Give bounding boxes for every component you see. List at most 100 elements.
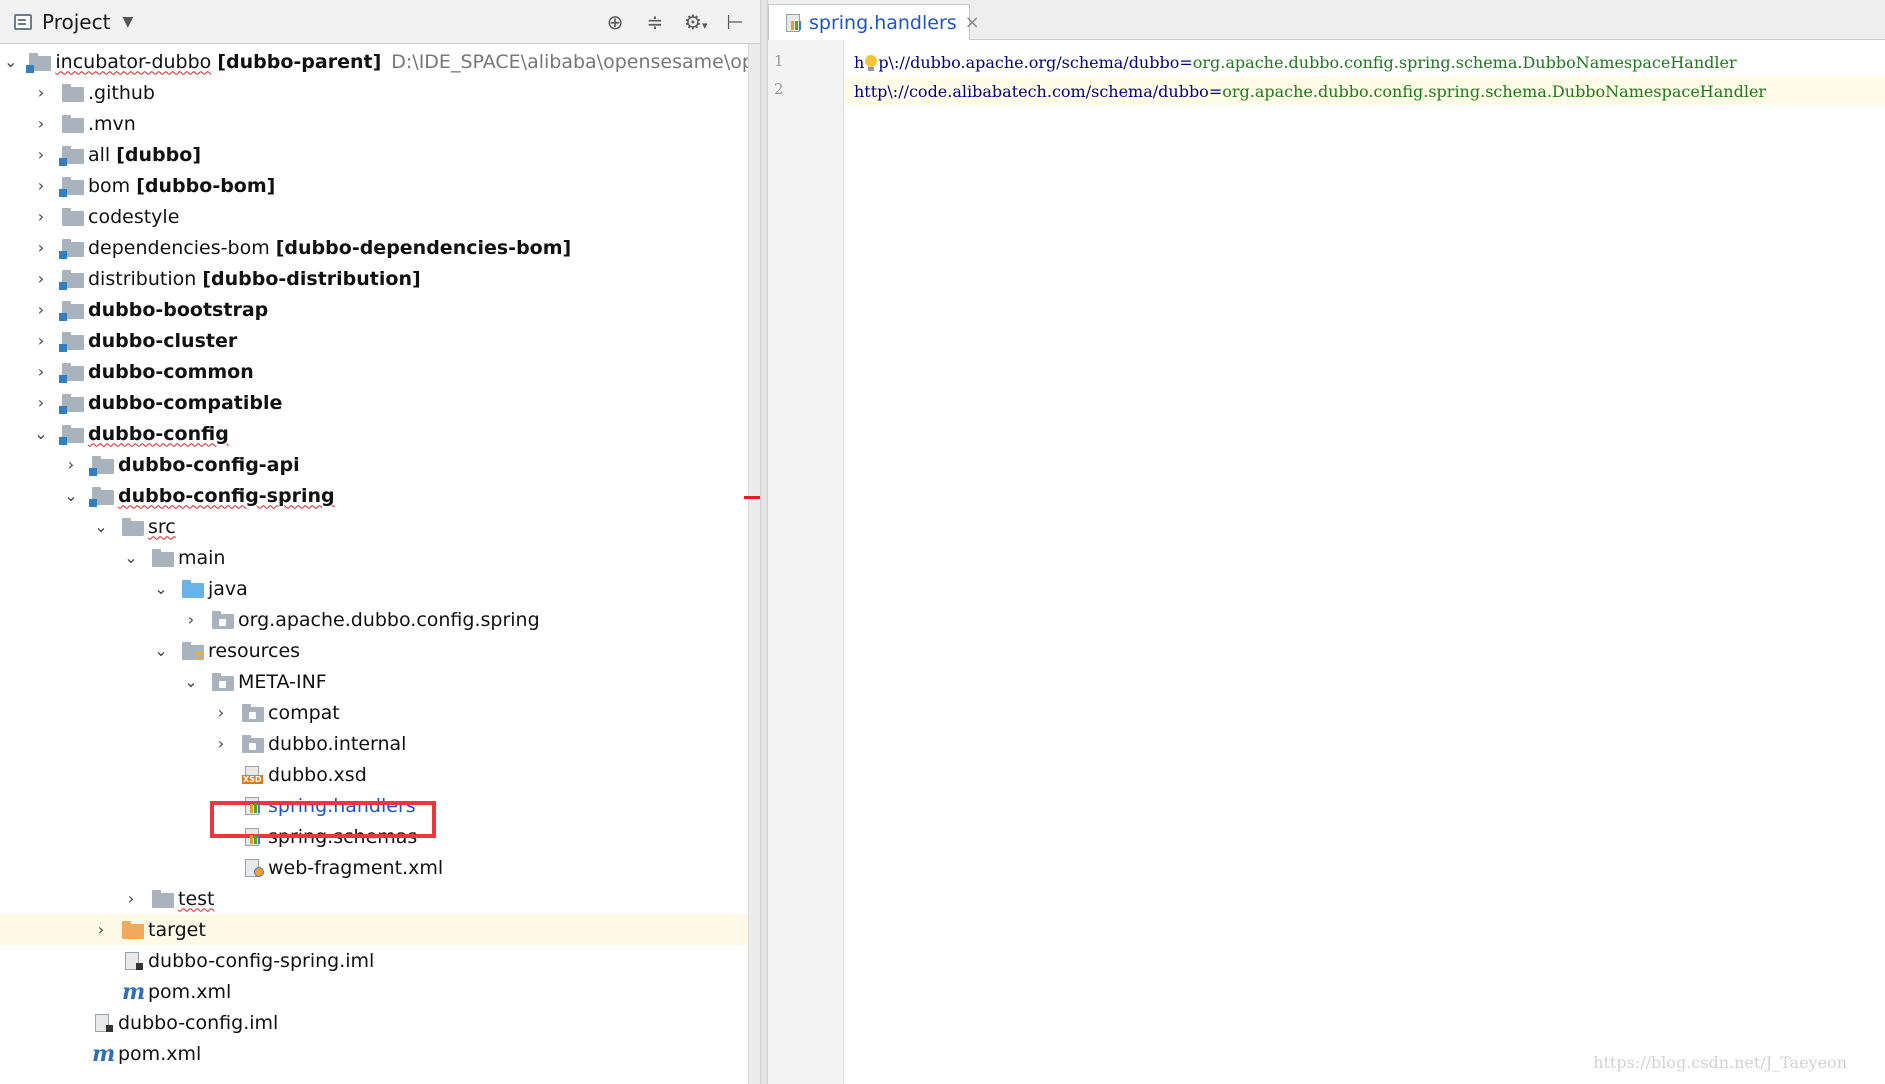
watermark: https://blog.csdn.net/J_Taeyeon (1593, 1053, 1847, 1072)
chevron-right-icon[interactable]: › (32, 83, 50, 102)
module-folder-icon (26, 52, 52, 73)
folder-icon (242, 734, 264, 753)
chevron-right-icon[interactable]: › (32, 362, 50, 381)
chevron-down-icon[interactable]: ⌄ (32, 424, 50, 443)
tree-item-web-fragment-xml[interactable]: › web-fragment.xml (0, 852, 760, 883)
editor: spring.handlers × 1 2 h p\://dubbo.apache… (768, 0, 1885, 1084)
tree-item-all[interactable]: › all [dubbo] (0, 139, 760, 170)
chevron-right-icon[interactable]: › (32, 145, 50, 164)
tree-item-dependencies-bom[interactable]: › dependencies-bom [dubbo-dependencies-b… (0, 232, 760, 263)
close-icon[interactable]: × (965, 12, 980, 33)
chevron-right-icon[interactable]: › (32, 300, 50, 319)
code-line-2[interactable]: http\://code.alibabatech.com/schema/dubb… (844, 77, 1885, 105)
chevron-down-icon[interactable]: ⌄ (152, 579, 170, 598)
tree-item-dubbo-config-spring[interactable]: ⌄ dubbo-config-spring (0, 480, 760, 511)
project-panel: Project ▼ ⊕ ≑ ⚙▾ ⊢ ⌄ incubator-dubbo [du… (0, 0, 760, 1084)
panel-splitter[interactable] (760, 0, 768, 1084)
module-folder-icon (59, 393, 84, 414)
tree-item-mvn[interactable]: › .mvn (0, 108, 760, 139)
tree-item-pom-xml-root[interactable]: › m pom.xml (0, 1038, 760, 1069)
chevron-right-icon[interactable]: › (32, 238, 50, 257)
editor-tab-bar: spring.handlers × (768, 0, 1885, 40)
tree-item-test[interactable]: › test (0, 883, 760, 914)
hide-icon[interactable]: ⊢ (724, 10, 746, 34)
folder-icon (152, 889, 174, 908)
tree-item-codestyle[interactable]: › codestyle (0, 201, 760, 232)
locate-icon[interactable]: ⊕ (604, 10, 626, 34)
tab-spring-handlers[interactable]: spring.handlers × (768, 4, 980, 40)
tree-item-compat[interactable]: › compat (0, 697, 760, 728)
folder-icon (242, 703, 264, 722)
tree-item-dubbo-compatible[interactable]: › dubbo-compatible (0, 387, 760, 418)
chevron-down-icon[interactable]: ⌄ (92, 517, 110, 536)
folder-icon (212, 672, 234, 691)
chevron-down-icon: ▼ (122, 13, 134, 30)
tree-item-target[interactable]: › target (0, 914, 760, 945)
chevron-down-icon[interactable]: ⌄ (62, 486, 80, 505)
error-stripe-marker[interactable] (744, 496, 760, 499)
tree-item-meta-inf[interactable]: ⌄ META-INF (0, 666, 760, 697)
chevron-right-icon[interactable]: › (212, 734, 230, 753)
tree-item-dubbo-common[interactable]: › dubbo-common (0, 356, 760, 387)
module-folder-icon (59, 238, 84, 259)
chevron-down-icon[interactable]: ⌄ (122, 548, 140, 567)
tree-item-dubbo-config-spring-iml[interactable]: › dubbo-config-spring.iml (0, 945, 760, 976)
chevron-right-icon[interactable]: › (122, 889, 140, 908)
gear-icon[interactable]: ⚙▾ (684, 10, 707, 34)
module-folder-icon (59, 424, 84, 445)
folder-icon (62, 207, 84, 226)
properties-file-icon (783, 13, 805, 32)
xml-file-icon (242, 858, 264, 877)
chevron-down-icon[interactable]: ⌄ (4, 52, 17, 71)
tree-item-distribution[interactable]: › distribution [dubbo-distribution] (0, 263, 760, 294)
module-folder-icon (89, 455, 114, 476)
module-folder-icon (59, 269, 84, 290)
tree-item-dubbo-config-iml[interactable]: › dubbo-config.iml (0, 1007, 760, 1038)
chevron-down-icon[interactable]: ⌄ (182, 672, 200, 691)
tree-item-java[interactable]: ⌄ java (0, 573, 760, 604)
source-folder-icon (182, 579, 204, 598)
editor-gutter: 1 2 (768, 40, 844, 1084)
tree-item-pom-xml[interactable]: › m pom.xml (0, 976, 760, 1007)
module-folder-icon (59, 362, 84, 383)
tree-item-src[interactable]: ⌄ src (0, 511, 760, 542)
module-folder-icon (59, 176, 84, 197)
folder-icon (62, 83, 84, 102)
lightbulb-icon[interactable] (864, 54, 878, 73)
chevron-right-icon[interactable]: › (32, 331, 50, 350)
project-view-selector[interactable]: Project ▼ (14, 10, 133, 34)
tree-item-github[interactable]: › .github (0, 77, 760, 108)
tree-scrollbar[interactable] (748, 44, 760, 1084)
tree-item-resources[interactable]: ⌄ resources (0, 635, 760, 666)
tree-item-dubbo-config-api[interactable]: › dubbo-config-api (0, 449, 760, 480)
iml-file-icon (92, 1013, 114, 1032)
chevron-down-icon[interactable]: ⌄ (152, 641, 170, 660)
tree-item-main[interactable]: ⌄ main (0, 542, 760, 573)
chevron-right-icon[interactable]: › (32, 393, 50, 412)
tree-item-dubbo-config[interactable]: ⌄ dubbo-config (0, 418, 760, 449)
project-tree: ⌄ incubator-dubbo [dubbo-parent] D:\IDE_… (0, 44, 760, 1084)
tree-item-incubator-dubbo[interactable]: ⌄ incubator-dubbo [dubbo-parent] D:\IDE_… (0, 46, 760, 77)
tree-item-dubbo-cluster[interactable]: › dubbo-cluster (0, 325, 760, 356)
maven-icon: m (92, 1040, 116, 1067)
tree-item-dubbo-internal[interactable]: › dubbo.internal (0, 728, 760, 759)
code-line-1[interactable]: h p\://dubbo.apache.org/schema/dubbo=org.… (844, 49, 1885, 77)
chevron-right-icon[interactable]: › (32, 269, 50, 288)
tree-item-dubbo-bootstrap[interactable]: › dubbo-bootstrap (0, 294, 760, 325)
module-folder-icon (59, 145, 84, 166)
chevron-right-icon[interactable]: › (32, 114, 50, 133)
folder-icon (152, 548, 174, 567)
tab-label: spring.handlers (809, 11, 957, 34)
highlight-annotation-box (210, 801, 436, 838)
excluded-folder-icon (122, 920, 144, 939)
chevron-right-icon[interactable]: › (212, 703, 230, 722)
chevron-right-icon[interactable]: › (92, 920, 110, 939)
tree-item-dubbo-xsd[interactable]: › XSD dubbo.xsd (0, 759, 760, 790)
chevron-right-icon[interactable]: › (32, 176, 50, 195)
chevron-right-icon[interactable]: › (62, 455, 80, 474)
tree-item-bom[interactable]: › bom [dubbo-bom] (0, 170, 760, 201)
chevron-right-icon[interactable]: › (32, 207, 50, 226)
chevron-right-icon[interactable]: › (182, 610, 200, 629)
tree-item-package[interactable]: › org.apache.dubbo.config.spring (0, 604, 760, 635)
collapse-icon[interactable]: ≑ (644, 10, 666, 34)
